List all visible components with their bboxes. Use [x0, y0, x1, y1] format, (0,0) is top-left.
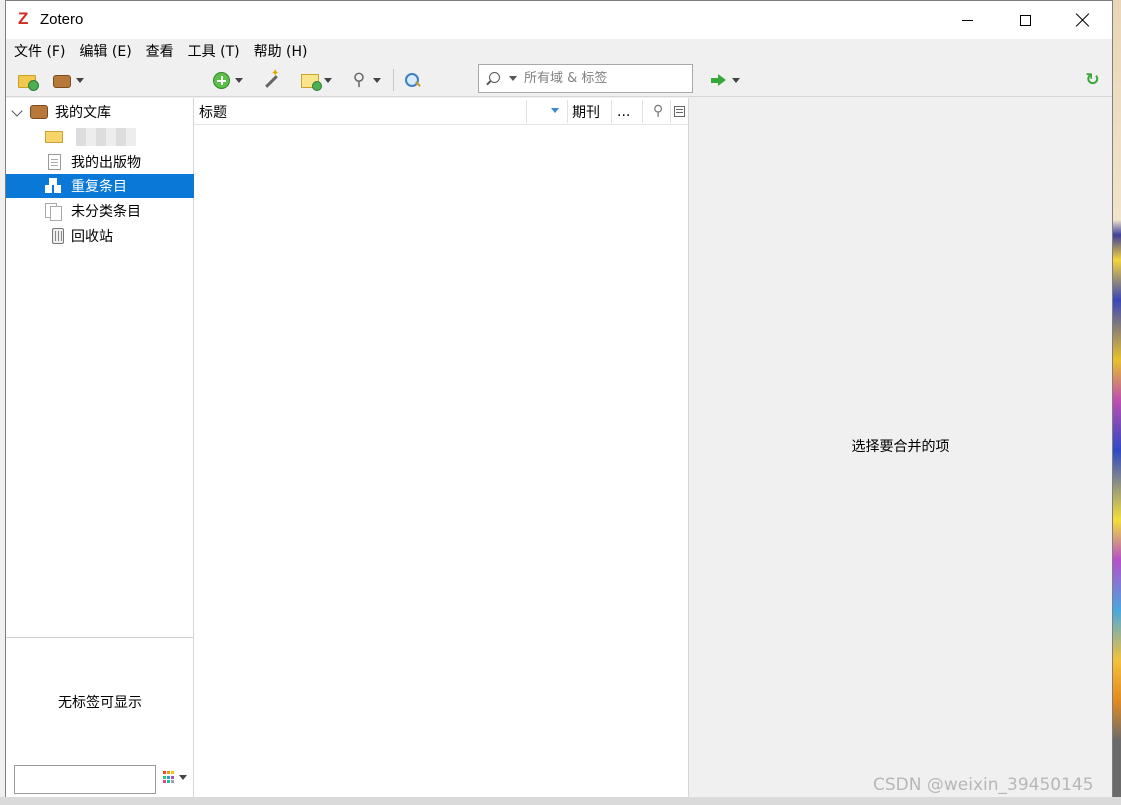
tag-colors-icon	[163, 771, 176, 784]
tree-item-my-publications[interactable]: 我的出版物	[6, 150, 194, 174]
maximize-button[interactable]	[996, 1, 1054, 39]
tag-empty-message: 无标签可显示	[58, 695, 142, 711]
window-title: Zotero	[40, 11, 84, 28]
tree-item-trash[interactable]: 回收站	[6, 224, 194, 248]
tree-item-unfiled[interactable]: 未分类条目	[6, 199, 194, 223]
chevron-down-icon	[732, 77, 740, 83]
tree-item-label: 重复条目	[71, 179, 127, 195]
menu-tools[interactable]: 工具 (T)	[188, 41, 247, 61]
column-divider[interactable]	[567, 100, 568, 123]
new-collection-button[interactable]	[18, 70, 39, 91]
new-collection-icon	[18, 74, 39, 91]
close-button[interactable]	[1054, 1, 1112, 39]
tree-item-label: 回收站	[71, 229, 113, 245]
trash-icon	[52, 228, 64, 244]
attachment-column-icon[interactable]: ⚲	[653, 103, 663, 119]
duplicates-icon	[45, 178, 63, 194]
new-note-button[interactable]	[301, 70, 332, 91]
toolbar: ⚲ ↻	[6, 63, 1112, 97]
close-icon	[1076, 13, 1090, 27]
new-item-icon	[213, 71, 230, 89]
new-library-icon	[53, 74, 71, 88]
menu-bar: 文件 (F) 编辑 (E) 查看 工具 (T) 帮助 (H)	[6, 39, 1112, 63]
menu-edit[interactable]: 编辑 (E)	[79, 41, 138, 61]
column-journal[interactable]: 期刊	[572, 98, 600, 125]
unfiled-icon	[45, 203, 62, 221]
items-column-header: 标题 期刊 ... ⚲	[194, 98, 688, 125]
search-icon	[486, 71, 500, 86]
chevron-down-icon[interactable]	[11, 105, 23, 117]
menu-help[interactable]: 帮助 (H)	[254, 41, 315, 61]
column-divider[interactable]	[670, 100, 671, 123]
new-library-button[interactable]	[53, 70, 84, 90]
tree-item-label: 我的文库	[55, 105, 111, 121]
add-by-identifier-icon	[262, 68, 280, 89]
sort-descending-icon	[551, 108, 559, 113]
zotero-logo-icon: Z	[18, 9, 29, 28]
column-title[interactable]: 标题	[199, 98, 227, 125]
tree-item-duplicates[interactable]: 重复条目	[6, 174, 194, 198]
locate-button[interactable]	[711, 70, 740, 90]
toolbar-separator	[393, 69, 394, 91]
advanced-search-button[interactable]	[404, 70, 421, 90]
redacted-collection-name	[76, 128, 136, 146]
library-icon	[30, 105, 48, 119]
chevron-down-icon	[324, 77, 332, 83]
tree-item-label: 我的出版物	[71, 155, 141, 171]
merge-message: 选择要合并的项	[851, 439, 950, 455]
folder-icon	[45, 131, 63, 143]
publications-icon	[48, 154, 61, 170]
menu-file[interactable]: 文件 (F)	[14, 41, 72, 61]
new-note-icon	[301, 73, 322, 91]
chevron-down-icon	[76, 77, 84, 83]
locate-icon	[711, 73, 727, 87]
watermark: CSDN @weixin_39450145	[873, 775, 1094, 795]
minimize-icon	[961, 19, 973, 21]
tag-filter-input[interactable]	[14, 765, 156, 794]
items-pane: 标题 期刊 ... ⚲	[194, 98, 689, 797]
desktop-background-right	[1112, 0, 1121, 805]
chevron-down-icon	[235, 77, 243, 83]
menu-view[interactable]: 查看	[146, 41, 181, 61]
chevron-down-icon	[179, 775, 187, 780]
tag-selector: 无标签可显示	[6, 637, 194, 797]
collections-pane: 我的文库 我的出版物 重复条目 未分类条目 回收站	[6, 98, 194, 637]
tag-actions-button[interactable]	[163, 771, 187, 784]
column-more[interactable]: ...	[617, 98, 630, 125]
zotero-window: Z Zotero 文件 (F) 编辑 (E) 查看 工具 (T) 帮助 (H)	[5, 0, 1113, 797]
title-bar: Z Zotero	[6, 1, 1112, 39]
tree-item-label: 未分类条目	[71, 204, 141, 220]
column-divider[interactable]	[611, 100, 612, 123]
search-box[interactable]	[478, 64, 693, 93]
sync-button[interactable]: ↻	[1084, 70, 1101, 90]
sync-icon: ↻	[1085, 69, 1100, 90]
add-attachment-icon: ⚲	[352, 70, 366, 90]
tree-item-collection[interactable]	[6, 125, 194, 149]
maximize-icon	[1019, 14, 1031, 26]
column-divider[interactable]	[526, 100, 527, 123]
advanced-search-icon	[404, 72, 421, 89]
desktop-background-bottom	[0, 797, 1121, 805]
tree-item-my-library[interactable]: 我的文库	[6, 100, 194, 124]
minimize-button[interactable]	[938, 1, 996, 39]
search-mode-dropdown[interactable]	[509, 76, 517, 81]
add-by-identifier-button[interactable]	[262, 68, 280, 90]
column-divider[interactable]	[642, 100, 643, 123]
item-pane: 选择要合并的项	[689, 98, 1112, 797]
chevron-down-icon	[373, 77, 381, 83]
new-item-button[interactable]	[213, 70, 243, 90]
column-picker-icon[interactable]	[674, 106, 685, 117]
add-attachment-button[interactable]: ⚲	[350, 70, 381, 90]
search-input[interactable]	[524, 71, 684, 86]
